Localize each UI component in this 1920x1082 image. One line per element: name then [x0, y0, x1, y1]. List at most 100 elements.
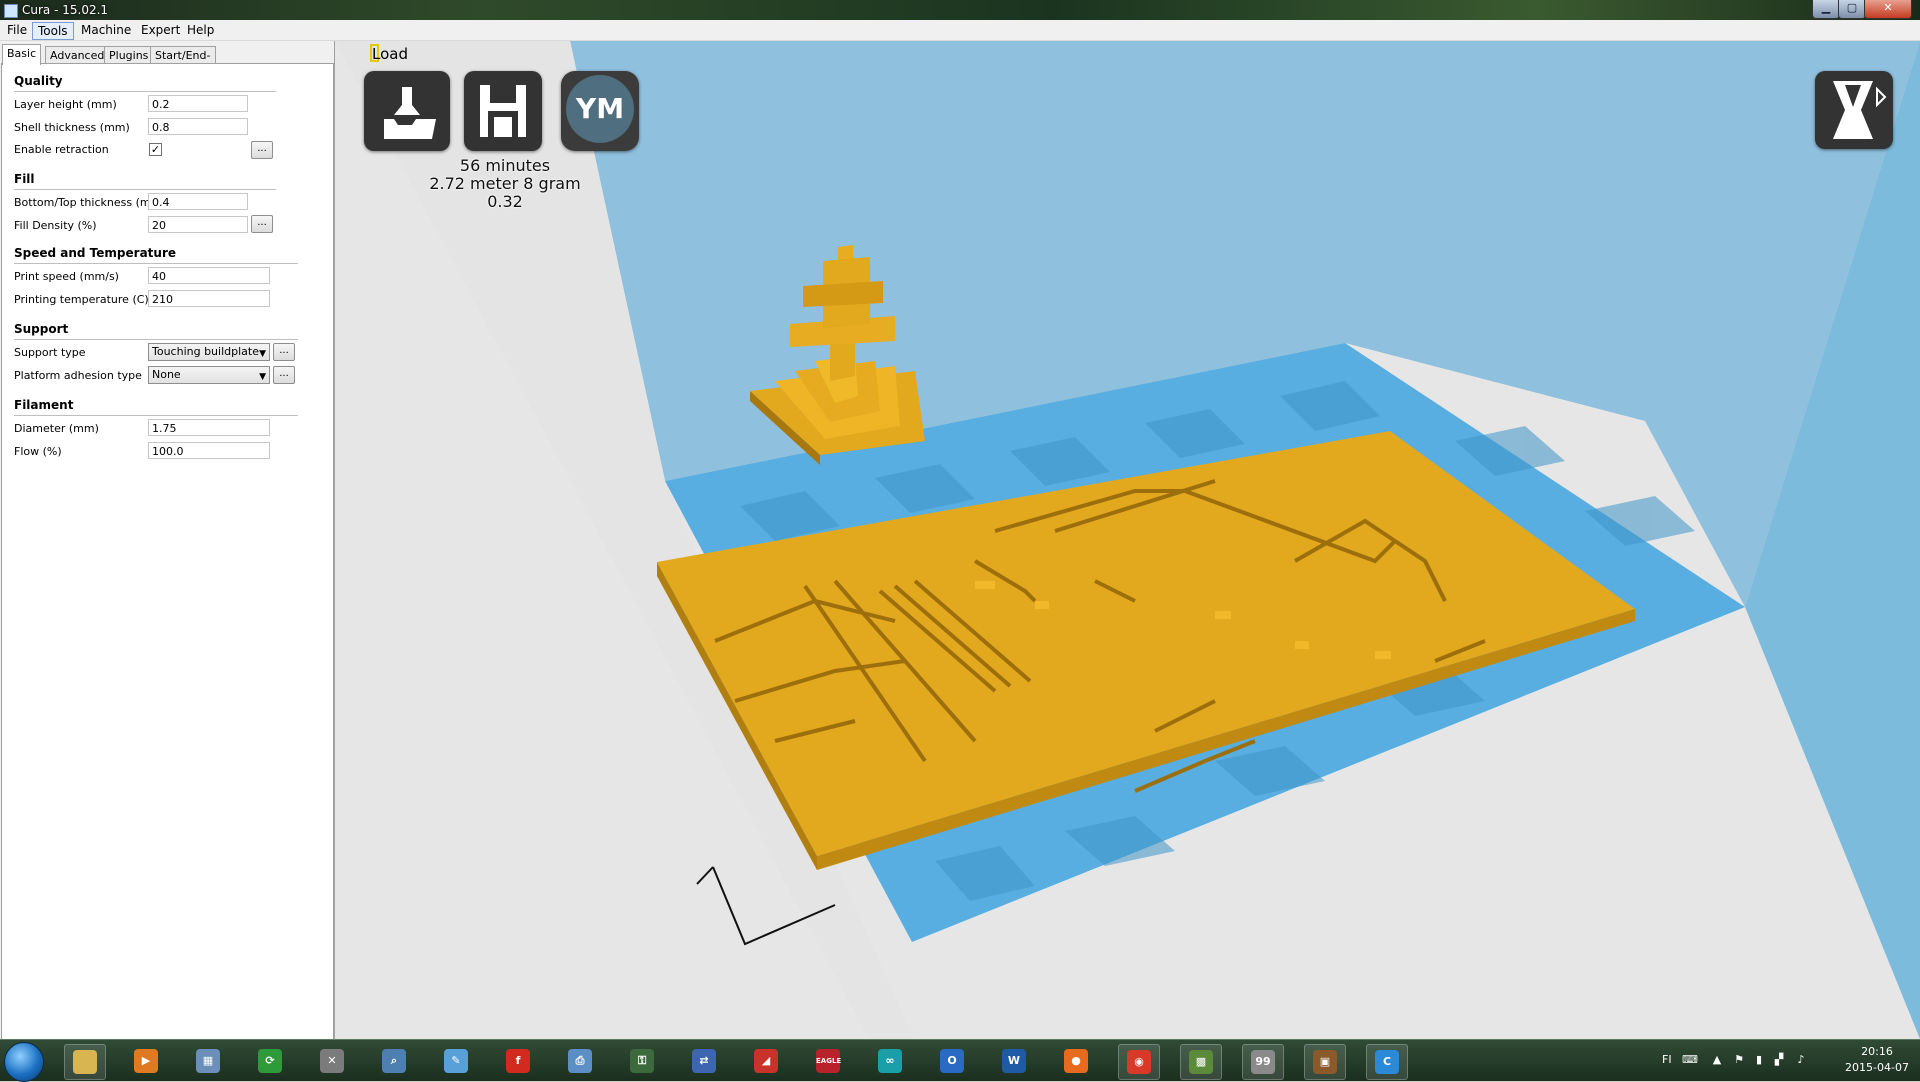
view-mode-button[interactable] — [1815, 71, 1893, 149]
bottom-top-thickness-input[interactable]: 0.4 — [148, 193, 248, 210]
explorer-icon — [73, 1050, 97, 1074]
section-support-title: Support — [14, 322, 69, 336]
load-model-button[interactable] — [364, 71, 450, 151]
lock-icon: ⚿ — [630, 1049, 654, 1073]
clock[interactable]: 20:16 2015-04-07 — [1842, 1044, 1912, 1076]
adhesion-type-select[interactable]: None ▼ — [148, 366, 270, 384]
taskbar-app-eagle[interactable]: EAGLE — [808, 1044, 848, 1078]
taskbar-app-lock[interactable]: ⚿ — [622, 1044, 662, 1078]
menu-help[interactable]: Help — [182, 22, 219, 38]
taskbar-app-chrome[interactable]: ◉ — [1118, 1044, 1160, 1080]
chevron-down-icon: ▼ — [259, 349, 266, 359]
shell-thickness-input[interactable]: 0.8 — [148, 118, 248, 135]
network-icon[interactable]: ▞ — [1772, 1053, 1786, 1067]
taskbar-app-crate[interactable]: ▣ — [1304, 1044, 1346, 1080]
taskbar-app-foxit[interactable]: f — [498, 1044, 538, 1078]
tab-start-end-gcode[interactable]: Start/End-GCode — [150, 46, 216, 79]
section-fill-title: Fill — [14, 172, 35, 186]
layer-height-input[interactable]: 0.2 — [148, 95, 248, 112]
menu-expert[interactable]: Expert — [136, 22, 185, 38]
taskbar-app-outlook[interactable]: O — [932, 1044, 972, 1078]
firefox-icon: ● — [1064, 1049, 1088, 1073]
taskbar-app-media-player[interactable]: ▶ — [126, 1044, 166, 1078]
adhesion-type-value: None — [152, 368, 181, 381]
taskbar-app-computer[interactable]: 99 — [1242, 1044, 1284, 1080]
taskbar-app-arduino[interactable]: ∞ — [870, 1044, 910, 1078]
word-icon: W — [1002, 1049, 1026, 1073]
printing-temperature-input[interactable]: 210 — [148, 290, 270, 307]
print-speed-input[interactable]: 40 — [148, 267, 270, 284]
retraction-label: Enable retraction — [14, 143, 109, 156]
youmagine-button[interactable]: YM — [561, 71, 639, 151]
tab-basic[interactable]: Basic — [2, 44, 42, 65]
chevron-up-icon[interactable]: ▲ — [1710, 1053, 1724, 1067]
eagle-icon: EAGLE — [816, 1049, 841, 1073]
load-icon — [384, 87, 436, 139]
diameter-label: Diameter (mm) — [14, 422, 99, 435]
language-indicator[interactable]: FI — [1662, 1053, 1672, 1066]
retraction-checkbox[interactable]: ✓ — [149, 143, 162, 156]
retraction-settings-button[interactable]: ... — [251, 141, 273, 159]
support-settings-button[interactable]: ... — [273, 343, 295, 361]
action-center-icon[interactable]: ⚑ — [1732, 1053, 1746, 1067]
diameter-input[interactable]: 1.75 — [148, 419, 270, 436]
fill-settings-button[interactable]: ... — [251, 215, 273, 233]
window-title: Cura - 15.02.1 — [22, 3, 109, 17]
start-button[interactable] — [4, 1042, 44, 1082]
basic-settings: Quality Layer height (mm) 0.2 Shell thic… — [1, 63, 334, 1040]
taskbar-app-calculator[interactable]: ▦ — [188, 1044, 228, 1078]
tab-advanced[interactable]: Advanced — [45, 46, 110, 64]
support-type-select[interactable]: Touching buildplate ▼ — [148, 343, 270, 361]
taskbar-app-firefox[interactable]: ● — [1056, 1044, 1096, 1078]
menu-file[interactable]: File — [2, 22, 32, 38]
support-type-label: Support type — [14, 346, 86, 359]
volume-icon[interactable]: ♪ — [1794, 1053, 1808, 1067]
app-icon — [4, 4, 18, 18]
taskbar-app-minecraft[interactable]: ▩ — [1180, 1044, 1222, 1080]
computer-icon: 99 — [1251, 1050, 1275, 1074]
shell-thickness-label: Shell thickness (mm) — [14, 121, 130, 134]
load-tooltip: Load — [372, 45, 408, 63]
settings-panel: Basic Advanced Plugins Start/End-GCode Q… — [0, 41, 335, 1040]
keyboard-icon[interactable]: ⌨ — [1682, 1053, 1698, 1067]
flow-input[interactable]: 100.0 — [148, 442, 270, 459]
menu-tools[interactable]: Tools — [32, 22, 74, 40]
battery-icon[interactable]: ▮ — [1752, 1053, 1766, 1067]
title-bar: Cura - 15.02.1 ▁ ▢ ✕ — [0, 0, 1920, 20]
sketchup-icon: ◢ — [754, 1049, 778, 1073]
menu-machine[interactable]: Machine — [76, 22, 136, 38]
close-button[interactable]: ✕ — [1864, 0, 1912, 19]
search-icon: ⌕ — [382, 1049, 406, 1073]
chrome-icon: ◉ — [1127, 1050, 1151, 1074]
print-speed-label: Print speed (mm/s) — [14, 270, 119, 283]
taskbar-app-explorer[interactable] — [64, 1044, 106, 1080]
taskbar-app-sketchup[interactable]: ◢ — [746, 1044, 786, 1078]
calculator-icon: ▦ — [196, 1049, 220, 1073]
crate-icon: ▣ — [1313, 1050, 1337, 1074]
tab-plugins[interactable]: Plugins — [104, 46, 154, 64]
printing-temperature-label: Printing temperature (C) — [14, 293, 149, 306]
taskbar-app-tools[interactable]: ✕ — [312, 1044, 352, 1078]
section-divider — [14, 415, 298, 416]
adhesion-settings-button[interactable]: ... — [273, 366, 295, 384]
taskbar-app-cura[interactable]: C — [1366, 1044, 1408, 1080]
taskbar-app-network[interactable]: ⇄ — [684, 1044, 724, 1078]
print-cost: 0.32 — [487, 192, 523, 211]
taskbar-app-word[interactable]: W — [994, 1044, 1034, 1078]
fill-density-input[interactable]: 20 — [148, 216, 248, 233]
section-quality-title: Quality — [14, 74, 63, 88]
minimize-button[interactable]: ▁ — [1812, 0, 1840, 19]
media-player-icon: ▶ — [134, 1049, 158, 1073]
view-mode-icon — [1833, 81, 1887, 139]
fill-density-label: Fill Density (%) — [14, 219, 97, 232]
tools-icon: ✕ — [320, 1049, 344, 1073]
maximize-button[interactable]: ▢ — [1838, 0, 1866, 19]
section-divider — [14, 189, 276, 190]
3d-viewport[interactable]: Load YM 56 minutes 2.72 meter 8 gram 0.3… — [335, 41, 1920, 1039]
taskbar-app-printer[interactable]: ⎙ — [560, 1044, 600, 1078]
taskbar-app-sync[interactable]: ⟳ — [250, 1044, 290, 1078]
taskbar-app-search[interactable]: ⌕ — [374, 1044, 414, 1078]
taskbar-app-notes[interactable]: ✎ — [436, 1044, 476, 1078]
taskbar: ▶ ▦ ⟳ ✕ ⌕ ✎ f ⎙ ⚿ ⇄ ◢ EAGLE ∞ O W ● ◉ ▩ 99 ▣ C FI ⌨ ▲ ⚑ ▮ ▞ … — [0, 1039, 1920, 1082]
save-gcode-button[interactable] — [464, 71, 542, 151]
